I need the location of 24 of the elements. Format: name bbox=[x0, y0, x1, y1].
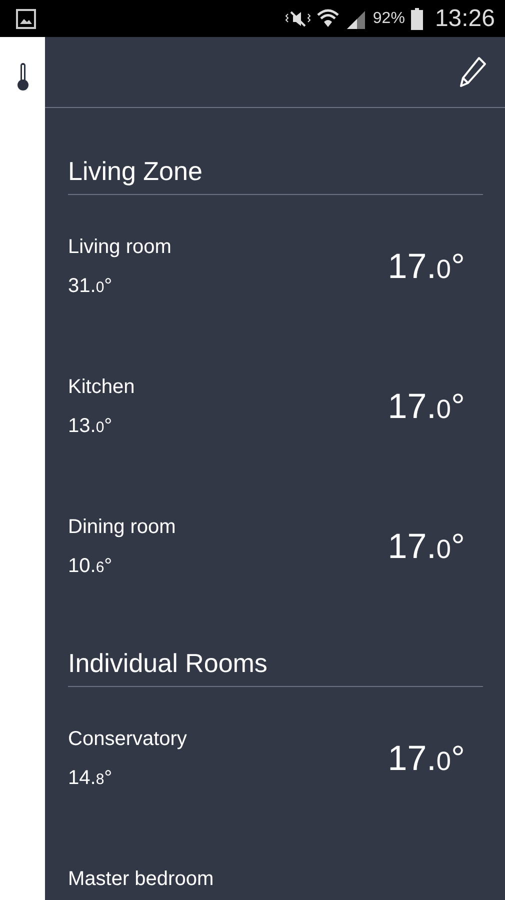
current-temperature: 13.0° bbox=[68, 414, 114, 439]
battery-icon bbox=[410, 8, 423, 30]
target-temperature[interactable]: 17.0° bbox=[388, 527, 465, 569]
room-name[interactable]: Conservatory bbox=[68, 727, 187, 751]
room-name[interactable]: Dining room bbox=[68, 515, 176, 539]
target-temperature[interactable]: 17.0° bbox=[388, 247, 465, 289]
signal-icon bbox=[344, 8, 367, 28]
room-name[interactable]: Living room bbox=[68, 235, 172, 259]
current-temperature: 31.0° bbox=[68, 274, 114, 299]
current-temperature: 10.6° bbox=[68, 554, 114, 579]
thermometer-icon[interactable] bbox=[16, 63, 28, 91]
zone-heading: Living Zone bbox=[68, 153, 483, 195]
current-temperature: 14.8° bbox=[68, 766, 114, 791]
battery-percentage: 92% bbox=[372, 10, 405, 28]
mute-vibrate-icon bbox=[284, 8, 311, 28]
zone-heading: Individual Rooms bbox=[68, 645, 483, 687]
room-name[interactable]: Kitchen bbox=[68, 375, 135, 399]
gallery-icon bbox=[16, 8, 36, 28]
target-temperature[interactable]: 17.0° bbox=[388, 739, 465, 781]
wifi-icon bbox=[316, 8, 339, 30]
room-name[interactable]: Master bedroom bbox=[68, 867, 214, 891]
edit-icon[interactable] bbox=[459, 56, 487, 88]
clock-time: 13:26 bbox=[434, 4, 495, 32]
target-temperature[interactable]: 17.0° bbox=[388, 387, 465, 429]
